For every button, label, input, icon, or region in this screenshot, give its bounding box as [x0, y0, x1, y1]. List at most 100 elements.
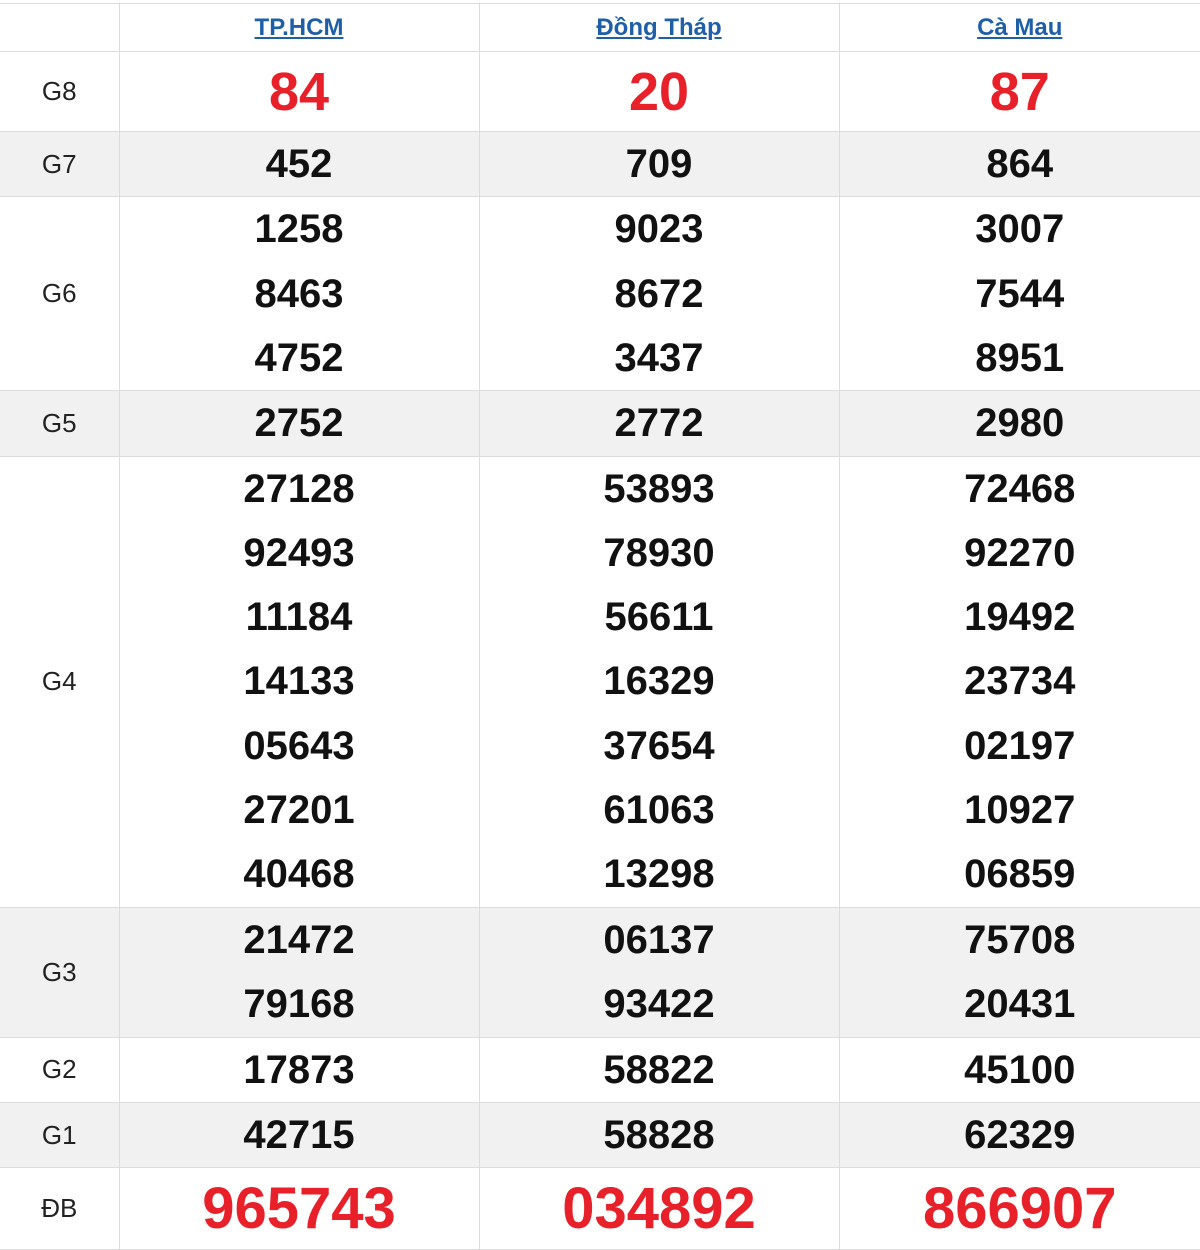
- prize-cell: 21472 79168: [119, 907, 479, 1037]
- prize-cell: 58828: [479, 1102, 839, 1167]
- prize-number: 92270: [840, 521, 1200, 585]
- prize-number: 84: [120, 53, 479, 131]
- prize-cell: 965743: [119, 1168, 479, 1250]
- prize-cell: 87: [839, 52, 1200, 132]
- prize-row-g5: G5 2752 2772 2980: [0, 391, 1200, 456]
- prize-cell: 9023 8672 3437: [479, 197, 839, 391]
- prize-label-g4: G4: [0, 456, 119, 907]
- lottery-results-table: TP.HCM Đồng Tháp Cà Mau G8 84 20 87 G7 4…: [0, 3, 1200, 1250]
- prize-row-g2: G2 17873 58822 45100: [0, 1037, 1200, 1102]
- prize-row-g1: G1 42715 58828 62329: [0, 1102, 1200, 1167]
- prize-number: 61063: [480, 778, 839, 842]
- prize-number: 05643: [120, 714, 479, 778]
- special-prize-number: 866907: [840, 1169, 1200, 1249]
- prize-number: 8463: [120, 262, 479, 326]
- prize-row-g7: G7 452 709 864: [0, 132, 1200, 197]
- prize-cell: 17873: [119, 1037, 479, 1102]
- prize-number: 23734: [840, 649, 1200, 713]
- prize-number: 93422: [480, 972, 839, 1036]
- prize-label-g6: G6: [0, 197, 119, 391]
- prize-number: 78930: [480, 521, 839, 585]
- prize-number: 27201: [120, 778, 479, 842]
- prize-number: 75708: [840, 908, 1200, 972]
- prize-number: 20431: [840, 972, 1200, 1036]
- header-row: TP.HCM Đồng Tháp Cà Mau: [0, 4, 1200, 52]
- prize-cell: 2772: [479, 391, 839, 456]
- prize-number: 3437: [480, 326, 839, 390]
- prize-number: 92493: [120, 521, 479, 585]
- province-header: Đồng Tháp: [479, 4, 839, 52]
- prize-number: 06137: [480, 908, 839, 972]
- prize-cell: 2752: [119, 391, 479, 456]
- province-link-tphcm[interactable]: TP.HCM: [255, 14, 344, 41]
- prize-label-g5: G5: [0, 391, 119, 456]
- prize-cell: 42715: [119, 1102, 479, 1167]
- prize-cell: 709: [479, 132, 839, 197]
- prize-number: 8672: [480, 262, 839, 326]
- prize-number: 8951: [840, 326, 1200, 390]
- prize-number: 7544: [840, 262, 1200, 326]
- province-header: Cà Mau: [839, 4, 1200, 52]
- prize-label-g8: G8: [0, 52, 119, 132]
- corner-cell: [0, 4, 119, 52]
- prize-number: 79168: [120, 972, 479, 1036]
- prize-cell: 53893 78930 56611 16329 37654 61063 1329…: [479, 456, 839, 907]
- prize-number: 2772: [480, 391, 839, 455]
- prize-number: 58822: [480, 1038, 839, 1102]
- prize-number: 19492: [840, 585, 1200, 649]
- prize-number: 2752: [120, 391, 479, 455]
- prize-number: 58828: [480, 1103, 839, 1167]
- prize-label-g3: G3: [0, 907, 119, 1037]
- prize-number: 4752: [120, 326, 479, 390]
- prize-cell: 452: [119, 132, 479, 197]
- prize-number: 16329: [480, 649, 839, 713]
- prize-number: 56611: [480, 585, 839, 649]
- prize-number: 21472: [120, 908, 479, 972]
- prize-number: 62329: [840, 1103, 1200, 1167]
- prize-cell: 84: [119, 52, 479, 132]
- province-link-ca-mau[interactable]: Cà Mau: [977, 14, 1062, 41]
- prize-row-g3: G3 21472 79168 06137 93422 75708 20431: [0, 907, 1200, 1037]
- prize-cell: 864: [839, 132, 1200, 197]
- prize-number: 42715: [120, 1103, 479, 1167]
- prize-number: 709: [480, 132, 839, 196]
- prize-cell: 62329: [839, 1102, 1200, 1167]
- prize-cell: 45100: [839, 1037, 1200, 1102]
- prize-number: 1258: [120, 197, 479, 261]
- prize-number: 87: [840, 53, 1200, 131]
- prize-label-g2: G2: [0, 1037, 119, 1102]
- prize-row-g6: G6 1258 8463 4752 9023 8672 3437 3007 75…: [0, 197, 1200, 391]
- prize-number: 37654: [480, 714, 839, 778]
- prize-number: 864: [840, 132, 1200, 196]
- prize-number: 53893: [480, 457, 839, 521]
- prize-number: 45100: [840, 1038, 1200, 1102]
- prize-number: 13298: [480, 842, 839, 906]
- prize-number: 06859: [840, 842, 1200, 906]
- prize-number: 20: [480, 53, 839, 131]
- prize-number: 72468: [840, 457, 1200, 521]
- prize-cell: 06137 93422: [479, 907, 839, 1037]
- prize-cell: 27128 92493 11184 14133 05643 27201 4046…: [119, 456, 479, 907]
- prize-cell: 75708 20431: [839, 907, 1200, 1037]
- prize-cell: 2980: [839, 391, 1200, 456]
- prize-number: 2980: [840, 391, 1200, 455]
- prize-row-g4: G4 27128 92493 11184 14133 05643 27201 4…: [0, 456, 1200, 907]
- prize-row-special: ĐB 965743 034892 866907: [0, 1168, 1200, 1250]
- prize-number: 17873: [120, 1038, 479, 1102]
- prize-label-g1: G1: [0, 1102, 119, 1167]
- prize-cell: 866907: [839, 1168, 1200, 1250]
- prize-row-g8: G8 84 20 87: [0, 52, 1200, 132]
- prize-cell: 72468 92270 19492 23734 02197 10927 0685…: [839, 456, 1200, 907]
- prize-label-g7: G7: [0, 132, 119, 197]
- prize-cell: 20: [479, 52, 839, 132]
- prize-number: 9023: [480, 197, 839, 261]
- prize-number: 3007: [840, 197, 1200, 261]
- special-prize-number: 965743: [120, 1169, 479, 1249]
- prize-number: 14133: [120, 649, 479, 713]
- province-header: TP.HCM: [119, 4, 479, 52]
- prize-cell: 58822: [479, 1037, 839, 1102]
- province-link-dong-thap[interactable]: Đồng Tháp: [596, 14, 721, 41]
- prize-number: 10927: [840, 778, 1200, 842]
- prize-number: 27128: [120, 457, 479, 521]
- prize-cell: 1258 8463 4752: [119, 197, 479, 391]
